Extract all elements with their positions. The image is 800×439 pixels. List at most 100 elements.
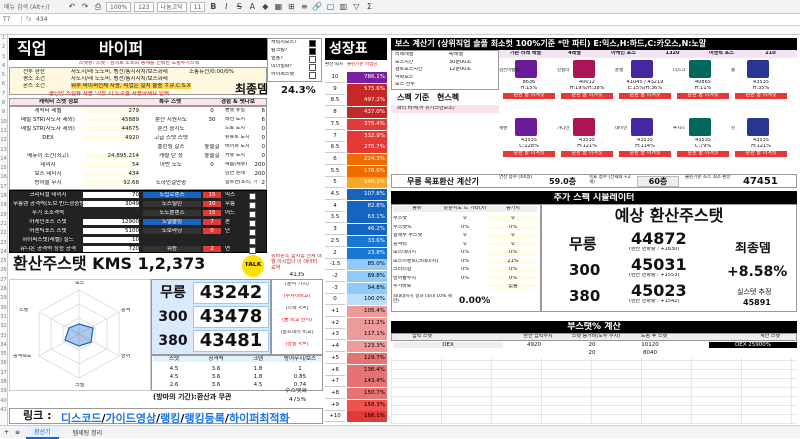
sim-a[interactable]: 0 (441, 216, 489, 222)
exp-value[interactable]: 6 (243, 108, 266, 114)
sim-b[interactable]: 0% (489, 250, 537, 256)
row-number[interactable]: 17 (0, 184, 7, 193)
functions-icon[interactable]: Σ (364, 2, 374, 11)
link-3[interactable]: 랭킹등록 (184, 412, 224, 425)
boss-param-val[interactable]: 4/레벨 (449, 52, 463, 58)
row-number[interactable]: 37 (0, 370, 7, 379)
boss-param-val[interactable]: 12분00초 (449, 67, 471, 73)
sim-a[interactable]: 0% (441, 276, 489, 282)
checkbox-icon[interactable] (249, 238, 256, 245)
row-number[interactable]: 13 (0, 147, 7, 156)
checkbox-icon[interactable] (309, 40, 316, 47)
font-select[interactable]: 나눔고딕 (156, 1, 187, 12)
link-1[interactable]: 가이드영상 (106, 412, 157, 425)
exp-value[interactable]: 0 (243, 153, 266, 159)
checkbox-icon[interactable] (249, 229, 256, 236)
sim-b[interactable]: 0 (489, 233, 537, 239)
sheet-list-icon[interactable]: ≡ (15, 429, 20, 436)
row-number[interactable]: 6 (0, 81, 7, 90)
row-number[interactable]: 7 (0, 91, 7, 100)
checkbox-icon[interactable] (309, 64, 316, 71)
link-0[interactable]: 디스코드 (61, 412, 101, 425)
row-number[interactable]: 40 (0, 398, 7, 407)
row-number[interactable]: 12 (0, 137, 7, 146)
zoom-select[interactable]: 100% (106, 1, 132, 12)
checkbox-icon[interactable] (249, 211, 256, 218)
row-number[interactable]: 39 (0, 388, 7, 397)
cond-3-val[interactable]: 뭐부 바이퍼전체 사용, 피업은 일치 불충 ㅎ큐.C.S.X (71, 83, 191, 90)
sim-b[interactable]: 없음 (489, 284, 537, 290)
need-bv[interactable]: 60층 (637, 176, 679, 188)
row-number[interactable]: 38 (0, 379, 7, 388)
exp-value[interactable]: 0 (243, 126, 266, 132)
buff-c[interactable]: 20 (567, 350, 617, 356)
dark-special-value[interactable]: 10 (203, 201, 221, 208)
formula-input[interactable]: 434 (36, 16, 47, 23)
checkbox-icon[interactable] (309, 48, 316, 55)
sim-b[interactable]: 0 (489, 216, 537, 222)
merge-icon[interactable]: ⊞ (286, 2, 296, 11)
row-number[interactable]: 22 (0, 230, 7, 239)
sim-b[interactable]: 0% (489, 267, 537, 273)
dark-special-value[interactable]: 15 (203, 192, 221, 199)
row-number[interactable]: 25 (0, 258, 7, 267)
sim-a[interactable]: 0% (441, 267, 489, 273)
sim-a[interactable]: 0% (441, 250, 489, 256)
dark-stat-value[interactable]: 3049 (83, 201, 139, 208)
row-number[interactable]: 9 (0, 109, 7, 118)
checkbox-icon[interactable] (249, 247, 256, 254)
row-number[interactable]: 20 (0, 212, 7, 221)
special-value[interactable]: 0 (201, 162, 223, 168)
row-number[interactable]: 19 (0, 202, 7, 211)
align-icon[interactable]: ≡ (299, 2, 309, 11)
special-value[interactable]: 높을길 (201, 144, 223, 150)
row-number[interactable]: 26 (0, 267, 7, 276)
sim-a[interactable]: 0% (441, 225, 489, 231)
sim-a[interactable]: 0% (441, 259, 489, 265)
exp-value[interactable]: 2 (243, 180, 266, 186)
dark-stat-value[interactable]: 720 (83, 246, 139, 253)
stat-value[interactable]: 24,895,214 (83, 153, 139, 160)
row-number[interactable]: 16 (0, 174, 7, 183)
row-number[interactable]: 2 (0, 44, 7, 53)
tab-item-setup[interactable]: 템세팅 정리 (65, 427, 111, 438)
comment-icon[interactable]: ▢ (325, 2, 335, 11)
row-number[interactable]: 31 (0, 314, 7, 323)
dark-special-value[interactable]: 15 (203, 210, 221, 217)
exp-value[interactable]: 200 (243, 171, 266, 177)
sim-a[interactable]: 0 (441, 233, 489, 239)
font-size-select[interactable]: 11 (189, 1, 206, 12)
link-icon[interactable]: 🔗 (312, 2, 322, 11)
link-2[interactable]: 랭킹 (160, 412, 180, 425)
row-number[interactable]: 36 (0, 360, 7, 369)
row-number[interactable]: 27 (0, 277, 7, 286)
sim-a[interactable]: 0 (441, 242, 489, 248)
dark-stat-value[interactable]: 12900 (83, 219, 139, 226)
stat-value[interactable]: 92.68 (83, 180, 139, 187)
row-number[interactable]: 4 (0, 63, 7, 72)
row-number[interactable]: 24 (0, 249, 7, 258)
sim-b[interactable]: 0% (489, 275, 537, 282)
strike-icon[interactable]: S (234, 2, 244, 11)
exp-value[interactable]: 200 (243, 162, 266, 168)
stat-value[interactable]: 45889 (83, 117, 139, 124)
row-number[interactable]: 41 (0, 407, 7, 416)
add-sheet-icon[interactable]: + (4, 429, 9, 436)
dark-stat-value[interactable]: 10 (83, 237, 139, 244)
row-number[interactable]: 32 (0, 323, 7, 332)
fill-color-icon[interactable]: ◆ (260, 2, 270, 11)
borders-icon[interactable]: ▦ (273, 2, 283, 11)
checkbox-icon[interactable] (249, 220, 256, 227)
undo-icon[interactable]: ↶ (67, 2, 77, 11)
dark-stat-value[interactable]: 70 (83, 192, 139, 199)
checkbox-icon[interactable] (309, 56, 316, 63)
exp-value[interactable]: 6 (243, 117, 266, 123)
checkbox-icon[interactable] (309, 72, 316, 79)
row-number[interactable]: 21 (0, 221, 7, 230)
checkbox-icon[interactable] (249, 193, 256, 200)
row-number[interactable]: 10 (0, 119, 7, 128)
row-number[interactable]: 29 (0, 295, 7, 304)
row-number[interactable]: 1 (0, 35, 7, 44)
row-number[interactable]: 35 (0, 351, 7, 360)
tab-converter[interactable]: 환산기 (26, 425, 59, 439)
